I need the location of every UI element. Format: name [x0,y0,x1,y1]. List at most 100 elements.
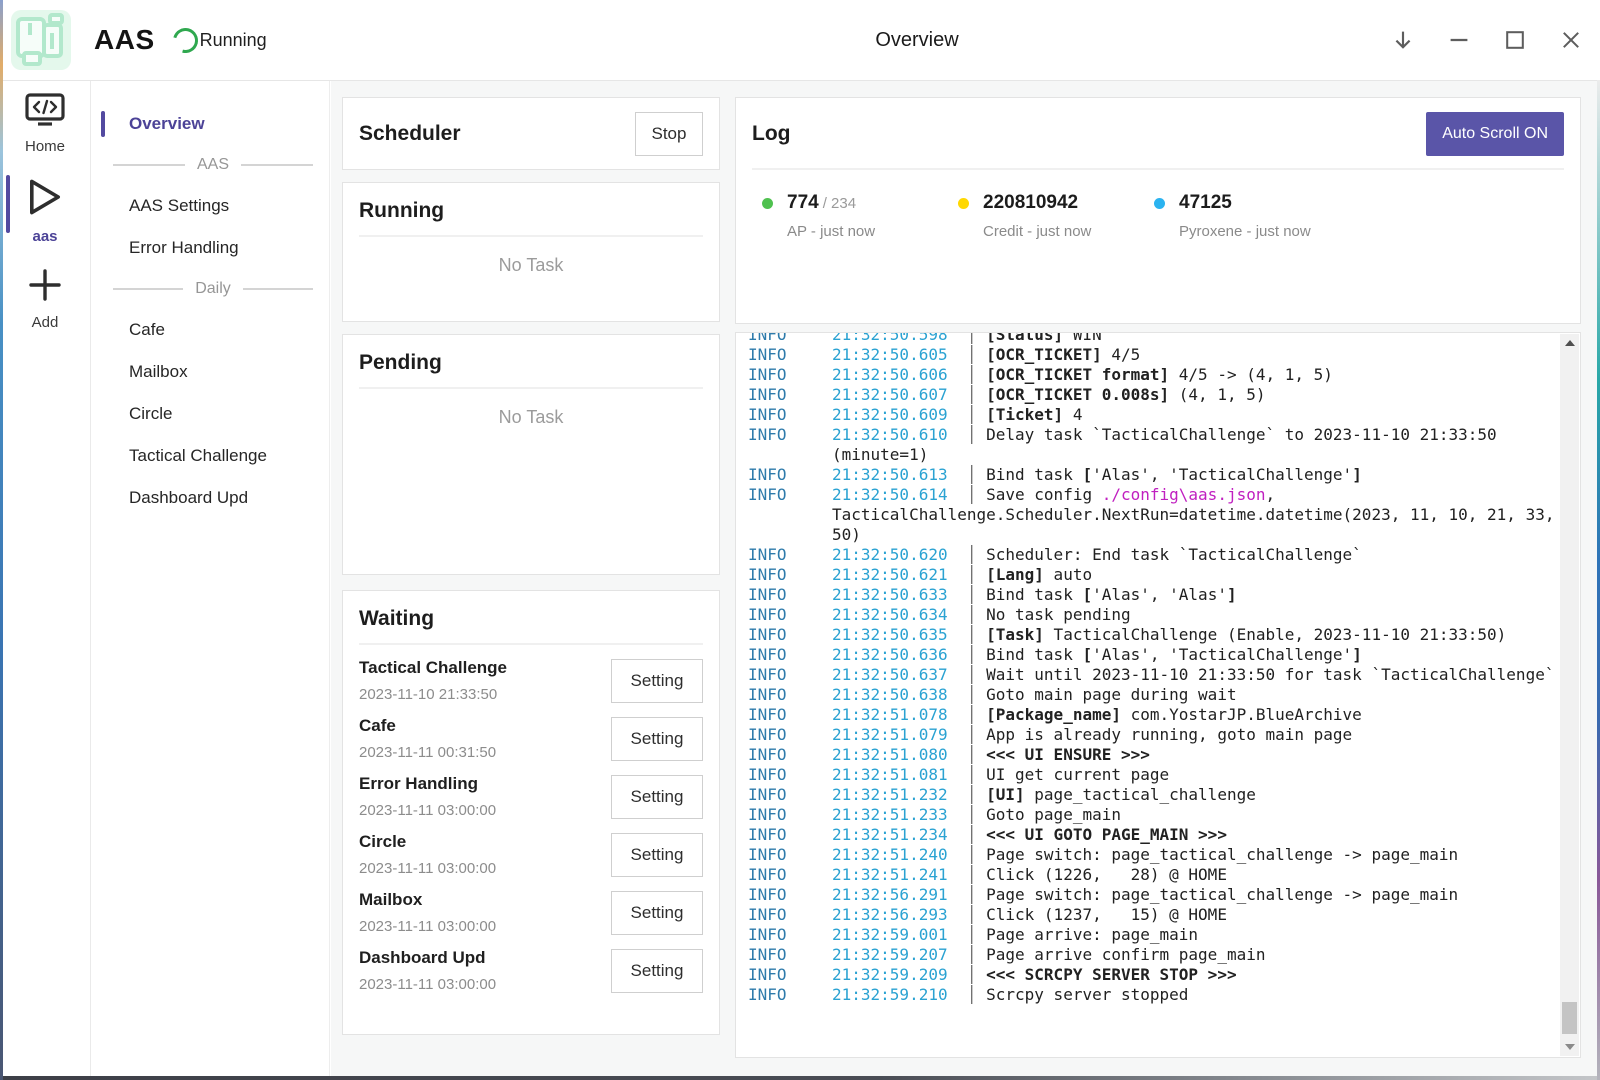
waiting-task-row: Tactical Challenge2023-11-10 21:33:50Set… [359,658,703,703]
stat-value-row: 220810942 [958,192,1154,214]
task-setting-button[interactable]: Setting [611,833,703,877]
log-line: INFO21:32:50.620 │ Scheduler: End task `… [748,545,1557,565]
log-line: INFO21:32:50.605 │ [OCR_TICKET] 4/5 [748,345,1557,365]
waiting-task-name: Error Handling [359,774,496,794]
sidebar-item-circle[interactable]: Circle [91,393,329,435]
rail-item-home[interactable]: Home [0,81,90,165]
log-message-part: ] [1352,645,1362,664]
log-separator: │ [948,905,987,924]
waiting-task-row: Circle2023-11-11 03:00:00Setting [359,832,703,877]
log-separator: │ [948,705,987,724]
log-line: INFO21:32:59.210 │ Scrcpy server stopped [748,985,1557,1005]
divider [359,235,703,237]
minimize-button[interactable] [1446,27,1472,53]
arrow-down-icon [1391,28,1415,52]
log-level: INFO [748,405,787,425]
log-line: INFO21:32:50.633 │ Bind task ['Alas', 'A… [748,585,1557,605]
log-separator: │ [948,885,987,904]
sidebar-item-tactical-challenge[interactable]: Tactical Challenge [91,435,329,477]
log-line: INFO21:32:50.621 │ [Lang] auto [748,565,1557,585]
log-level: INFO [748,765,787,785]
log-line: INFO21:32:51.081 │ UI get current page [748,765,1557,785]
log-level: INFO [748,365,787,385]
rail-item-label: aas [32,228,57,245]
log-timestamp: 21:32:56.293 [832,905,948,924]
log-separator: │ [948,625,987,644]
log-line: INFO21:32:50.613 │ Bind task ['Alas', 'T… [748,465,1557,485]
waiting-task-info: Error Handling2023-11-11 03:00:00 [359,774,496,819]
log-message-part: <<< SCRCPY SERVER STOP >>> [986,965,1236,984]
scroll-up-arrow[interactable] [1560,334,1579,352]
log-separator: │ [948,685,987,704]
log-separator: │ [948,332,987,344]
sidebar-item-aas-settings[interactable]: AAS Settings [91,185,329,227]
log-separator: │ [948,645,987,664]
sidebar-item-dashboard-upd[interactable]: Dashboard Upd [91,477,329,519]
log-timestamp: 21:32:51.234 [832,825,948,844]
rail-item-add[interactable]: Add [0,255,90,341]
log-message-part: Wait until 2023-11-10 21:33:50 for task … [986,665,1554,684]
log-message-part: [ [1082,645,1092,664]
scroll-down-arrow[interactable] [1560,1038,1579,1056]
log-message-part: No task pending [986,605,1131,624]
section-line [113,288,183,290]
scrollbar-thumb[interactable] [1562,1002,1577,1034]
stat-value: 220810942 [983,192,1078,214]
waiting-task-name: Dashboard Upd [359,948,496,968]
screen-edge-bottom [0,1076,1600,1080]
stop-button[interactable]: Stop [635,112,703,156]
log-separator: │ [948,365,987,384]
screen-edge-left [0,0,3,1080]
log-separator: │ [948,385,987,404]
log-separator: │ [948,565,987,584]
log-message-part: <<< UI GOTO PAGE_MAIN >>> [986,825,1227,844]
log-timestamp: 21:32:50.598 [832,332,948,344]
log-timestamp: 21:32:50.620 [832,545,948,564]
task-setting-button[interactable]: Setting [611,891,703,935]
rail-item-aas[interactable]: aas [0,165,90,255]
divider [752,168,1564,170]
log-level: INFO [748,805,787,825]
page-title: Overview [875,0,958,80]
hide-to-tray-button[interactable] [1390,27,1416,53]
log-line: INFO21:32:51.234 │ <<< UI GOTO PAGE_MAIN… [748,825,1557,845]
task-setting-button[interactable]: Setting [611,659,703,703]
log-line: INFO21:32:51.232 │ [UI] page_tactical_ch… [748,785,1557,805]
sidebar-item-cafe[interactable]: Cafe [91,309,329,351]
sidebar-section-aas: AAS [113,145,313,185]
log-message-part: Bind task [986,465,1082,484]
maximize-button[interactable] [1502,27,1528,53]
waiting-task-info: Dashboard Upd2023-11-11 03:00:00 [359,948,496,993]
stat-label: Pyroxene - just now [1179,223,1350,240]
stat-label: AP - just now [787,223,958,240]
auto-scroll-toggle-button[interactable]: Auto Scroll ON [1426,112,1564,156]
log-title: Log [752,122,790,146]
log-line: INFO21:32:59.207 │ Page arrive confirm p… [748,945,1557,965]
log-line: INFO21:32:50.610 │ Delay task `TacticalC… [748,425,1557,465]
task-setting-button[interactable]: Setting [611,775,703,819]
task-setting-button[interactable]: Setting [611,949,703,993]
stat-dot-icon [958,198,969,209]
log-separator: │ [948,945,987,964]
log-line: INFO21:32:51.078 │ [Package_name] com.Yo… [748,705,1557,725]
sidebar-item-overview[interactable]: Overview [91,103,329,145]
sidebar-item-error-handling[interactable]: Error Handling [91,227,329,269]
log-line: INFO21:32:56.293 │ Click (1237, 15) @ HO… [748,905,1557,925]
waiting-task-next-run: 2023-11-11 03:00:00 [359,860,496,877]
log-level: INFO [748,385,787,405]
stat-dot-icon [762,198,773,209]
log-level: INFO [748,425,787,445]
scheduler-title: Scheduler [359,122,461,146]
log-line: INFO21:32:50.634 │ No task pending [748,605,1557,625]
waiting-task-name: Mailbox [359,890,496,910]
close-button[interactable] [1558,27,1584,53]
log-separator: │ [948,585,987,604]
waiting-task-row: Mailbox2023-11-11 03:00:00Setting [359,890,703,935]
log-message-part: Goto page_main [986,805,1121,824]
log-line: INFO21:32:50.614 │ Save config ./config\… [748,485,1557,545]
log-output-panel[interactable]: INFO21:32:50.598 │ [Status] WININFO21:32… [735,332,1581,1058]
task-setting-button[interactable]: Setting [611,717,703,761]
sidebar-item-mailbox[interactable]: Mailbox [91,351,329,393]
log-message-part: Click (1226, 28) @ HOME [986,865,1227,884]
log-message-part: auto [1044,565,1092,584]
